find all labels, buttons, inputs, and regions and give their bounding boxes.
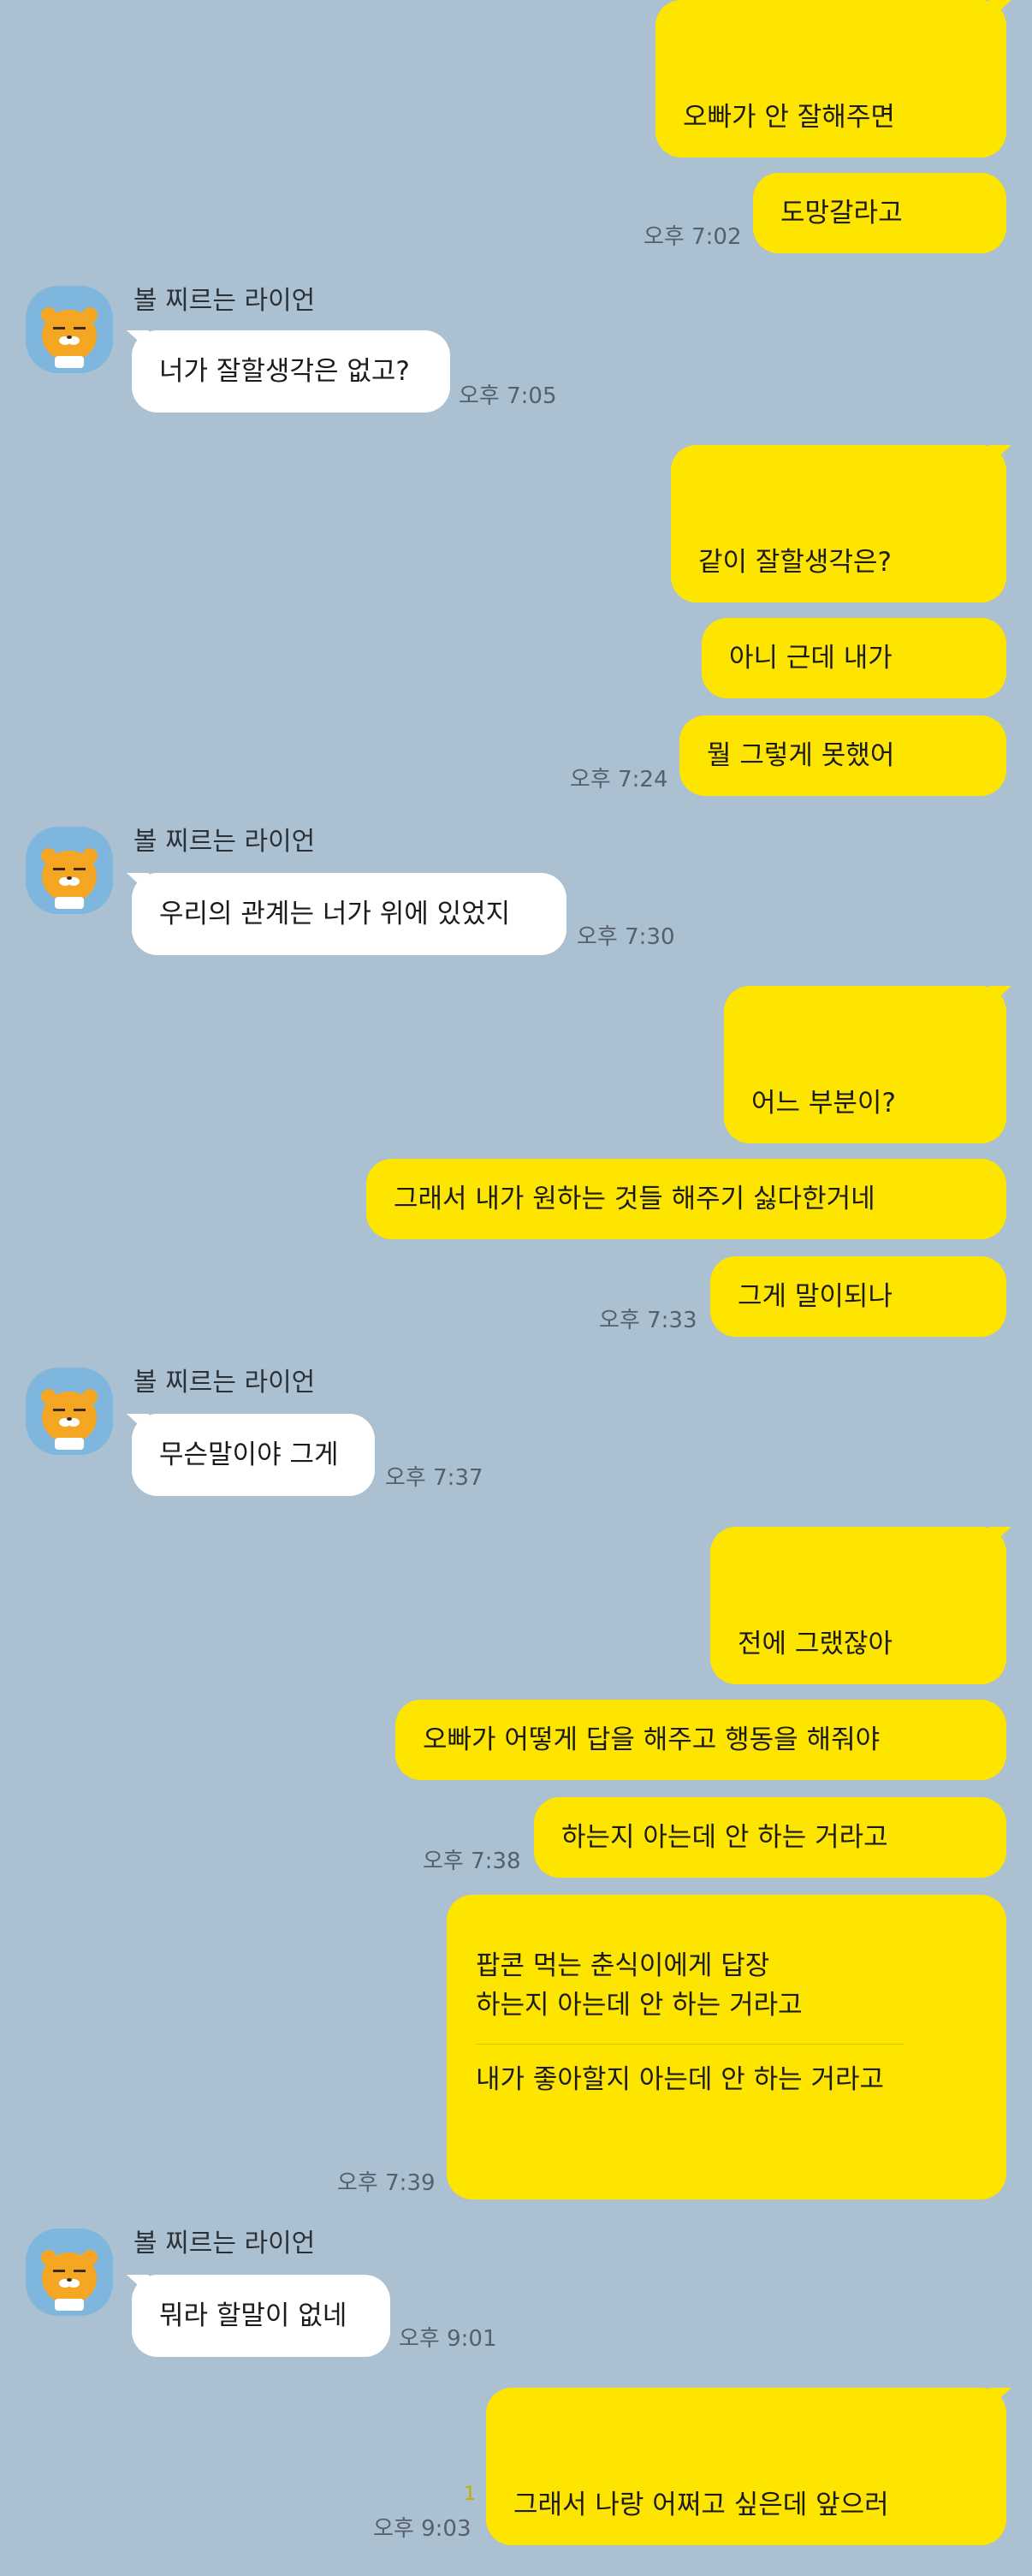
my-message-bubble[interactable]: 오빠가 안 잘해주면 <box>655 0 1006 157</box>
message-text: 도망갈라고 <box>780 198 903 229</box>
message-text: 하는지 아는데 안 하는 거라고 <box>561 1822 888 1853</box>
my-message-bubble[interactable]: 하는지 아는데 안 하는 거라고 <box>534 1797 1006 1878</box>
my-message-bubble[interactable]: 아니 근데 내가 <box>702 618 1006 698</box>
reply-divider <box>476 2044 904 2045</box>
my-message-bubble[interactable]: 그게 말이되나 <box>710 1256 1006 1337</box>
my-message-bubble[interactable]: 전에 그랬잖아 <box>710 1527 1006 1684</box>
profile-avatar[interactable] <box>26 286 113 373</box>
message-text: 내가 좋아할지 아는데 안 하는 거라고 <box>476 2064 885 2095</box>
ryan-character-icon <box>41 2250 98 2311</box>
message-text: 오빠가 어떻게 답을 해주고 행동을 해줘야 <box>423 1724 881 1755</box>
their-message-bubble[interactable]: 우리의 관계는 너가 위에 있었지 <box>132 873 566 955</box>
message-text: 너가 잘할생각은 없고? <box>159 356 410 387</box>
my-message-bubble[interactable]: 도망갈라고 <box>753 173 1006 253</box>
sender-name: 볼 찌르는 라이언 <box>133 827 316 857</box>
message-time: 오후 9:03 <box>373 2516 472 2542</box>
message-text: 그래서 나랑 어쩌고 싶은데 앞으러 <box>513 2490 889 2520</box>
message-time: 오후 7:30 <box>577 924 675 950</box>
chat-room[interactable]: 오빠가 안 잘해주면 도망갈라고 오후 7:02 볼 찌르는 라이언 너가 잘할… <box>0 0 1032 2576</box>
message-text: 아니 근데 내가 <box>729 643 893 674</box>
message-text: 우리의 관계는 너가 위에 있었지 <box>159 899 511 929</box>
profile-avatar[interactable] <box>26 827 113 914</box>
message-text: 전에 그랬잖아 <box>738 1629 893 1659</box>
reply-to-label: 팝콘 먹는 춘식이에게 답장 <box>476 1950 770 1981</box>
profile-avatar[interactable] <box>26 1368 113 1455</box>
message-text: 뭐라 할말이 없네 <box>159 2300 347 2331</box>
their-message-bubble[interactable]: 무슨말이야 그게 <box>132 1414 375 1496</box>
my-message-bubble[interactable]: 같이 잘할생각은? <box>671 445 1006 602</box>
ryan-character-icon <box>41 307 98 368</box>
message-time: 오후 7:33 <box>599 1308 697 1333</box>
unread-count: 1 <box>464 2484 476 2505</box>
my-reply-bubble[interactable]: 팝콘 먹는 춘식이에게 답장 하는지 아는데 안 하는 거라고 내가 좋아할지 … <box>447 1895 1006 2199</box>
my-message-bubble[interactable]: 그래서 나랑 어쩌고 싶은데 앞으러 <box>486 2388 1006 2545</box>
their-message-bubble[interactable]: 뭐라 할말이 없네 <box>132 2275 390 2357</box>
sender-name: 볼 찌르는 라이언 <box>133 1368 316 1398</box>
message-text: 그게 말이되나 <box>738 1281 893 1312</box>
message-time: 오후 7:39 <box>337 2170 436 2196</box>
message-time: 오후 9:01 <box>399 2326 497 2352</box>
my-message-bubble[interactable]: 어느 부분이? <box>724 986 1006 1143</box>
ryan-character-icon <box>41 848 98 909</box>
sender-name: 볼 찌르는 라이언 <box>133 2229 316 2258</box>
message-text: 뭘 그렇게 못했어 <box>707 740 895 771</box>
sender-name: 볼 찌르는 라이언 <box>133 286 316 316</box>
message-text: 그래서 내가 원하는 것들 해주기 싫다한거네 <box>394 1184 875 1214</box>
my-message-bubble[interactable]: 그래서 내가 원하는 것들 해주기 싫다한거네 <box>366 1159 1006 1239</box>
message-text: 어느 부분이? <box>751 1088 896 1119</box>
profile-avatar[interactable] <box>26 2229 113 2316</box>
ryan-character-icon <box>41 1389 98 1450</box>
message-time: 오후 7:38 <box>423 1849 521 1874</box>
message-time: 오후 7:05 <box>459 383 557 409</box>
message-text: 같이 잘할생각은? <box>698 547 892 578</box>
quoted-message-text: 하는지 아는데 안 하는 거라고 <box>476 1990 803 2021</box>
their-message-bubble[interactable]: 너가 잘할생각은 없고? <box>132 330 450 413</box>
message-text: 무슨말이야 그게 <box>159 1439 339 1470</box>
my-message-bubble[interactable]: 뭘 그렇게 못했어 <box>679 715 1006 796</box>
message-text: 오빠가 안 잘해주면 <box>683 102 895 133</box>
message-time: 오후 7:02 <box>644 224 742 250</box>
message-time: 오후 7:24 <box>570 767 668 792</box>
my-message-bubble[interactable]: 오빠가 어떻게 답을 해주고 행동을 해줘야 <box>395 1700 1006 1780</box>
message-time: 오후 7:37 <box>385 1465 483 1491</box>
